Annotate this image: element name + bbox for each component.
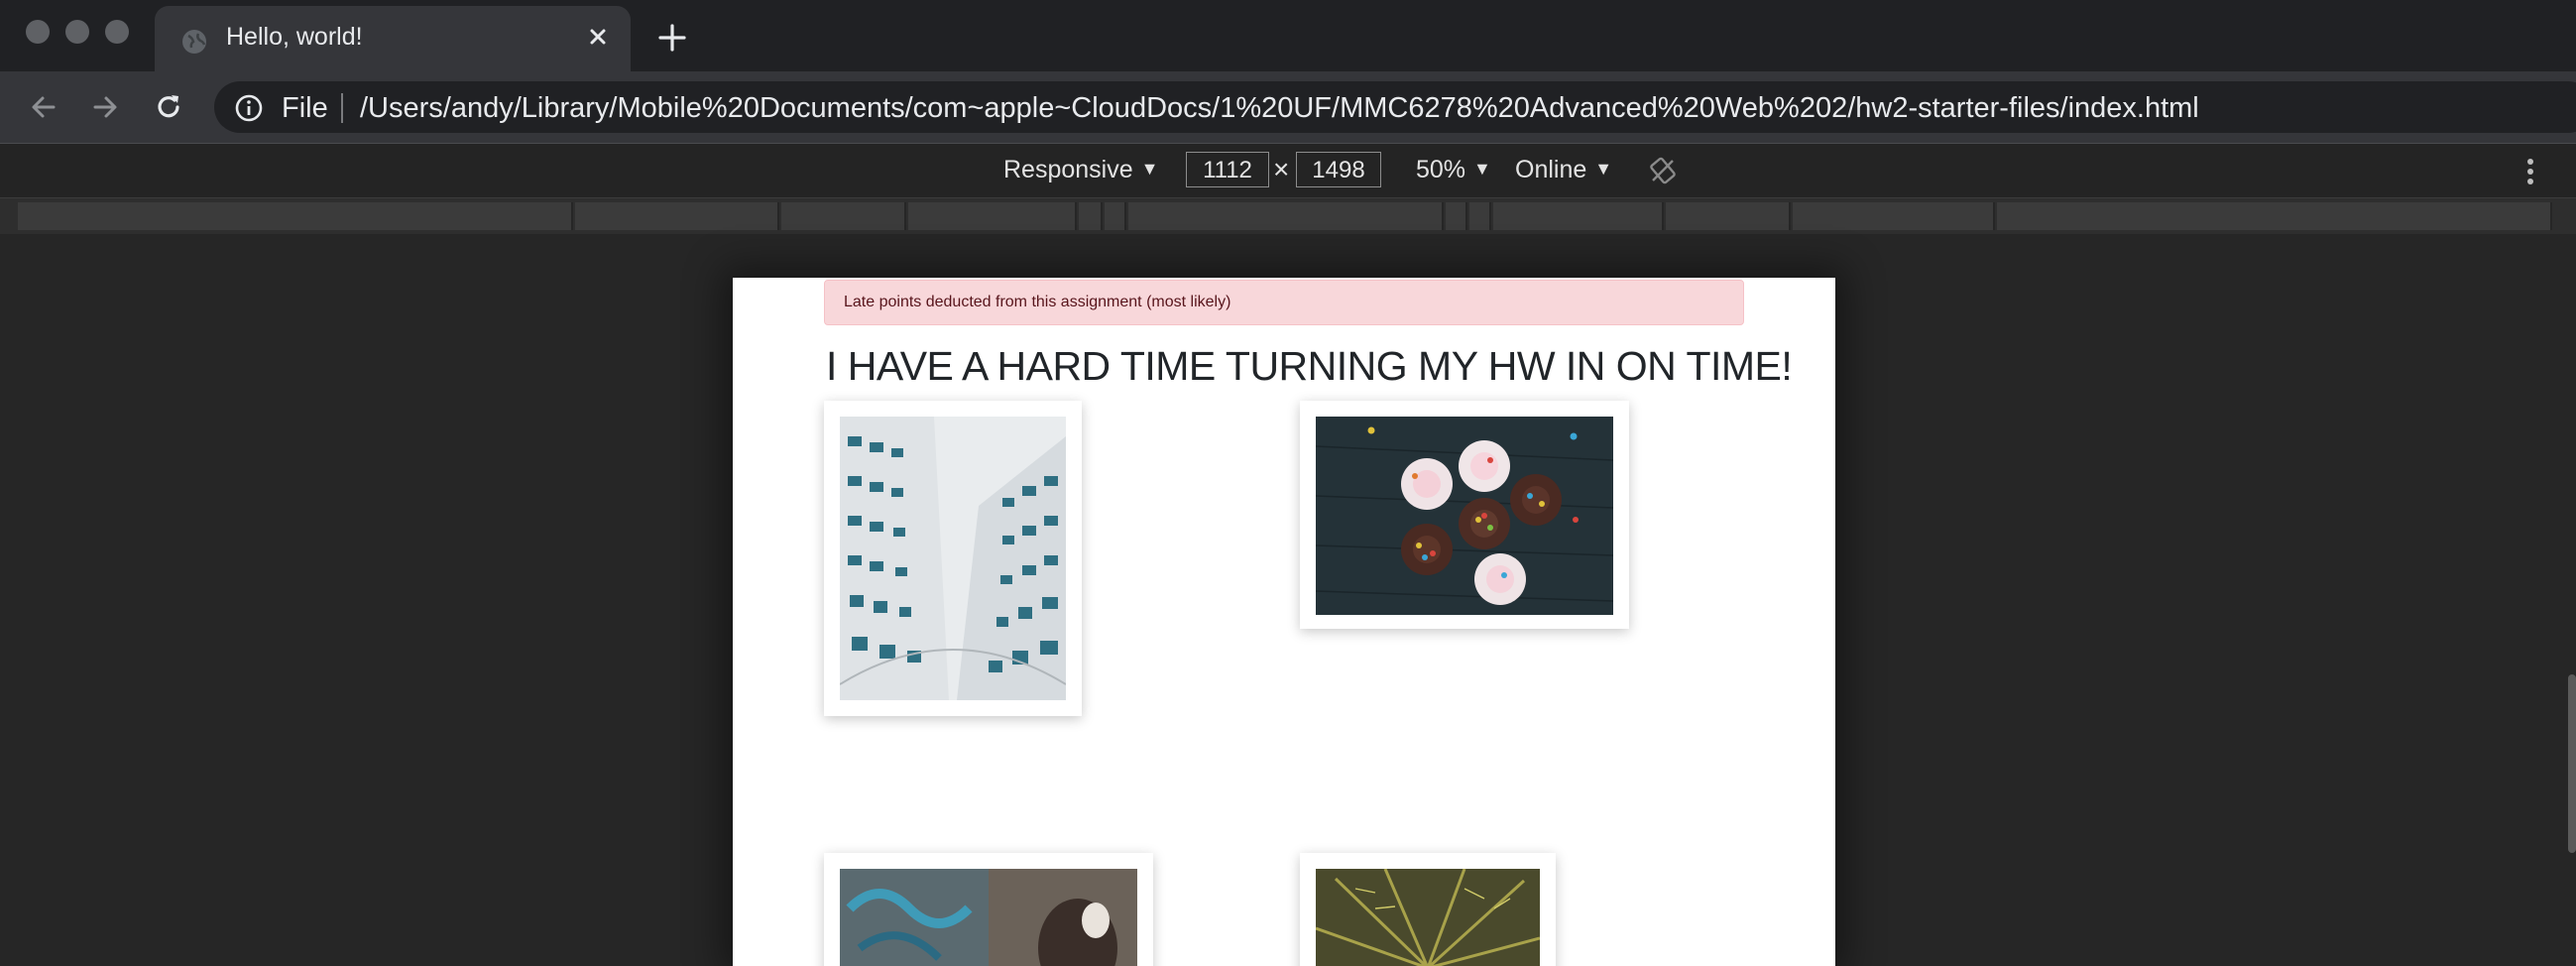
browser-tab[interactable]: Hello, world! [155, 6, 631, 71]
image-card [824, 853, 1153, 966]
caret-down-icon: ▼ [1594, 159, 1613, 179]
caret-down-icon: ▼ [1473, 159, 1491, 179]
media-query-segment[interactable] [18, 202, 573, 230]
media-query-segment[interactable] [908, 202, 1077, 230]
cupcakes-photo [1316, 417, 1613, 615]
forward-arrow-icon[interactable] [87, 89, 123, 125]
page-scrollbar[interactable] [2568, 674, 2576, 853]
more-options-icon[interactable] [2520, 156, 2540, 187]
close-window-button[interactable] [26, 20, 50, 44]
image-card [1300, 853, 1556, 966]
caret-down-icon: ▼ [1140, 159, 1159, 179]
url-text[interactable]: /Users/andy/Library/Mobile%20Documents/c… [360, 92, 2199, 125]
browser-toolbar: File /Users/andy/Library/Mobile%20Docume… [0, 71, 2576, 144]
dimension-separator: × [1273, 154, 1290, 184]
media-query-segment[interactable] [1793, 202, 1995, 230]
media-query-segment[interactable] [1079, 202, 1103, 230]
close-icon[interactable] [581, 20, 615, 54]
tab-strip: Hello, world! [0, 0, 2576, 71]
media-query-segment[interactable] [1493, 202, 1664, 230]
image-card [1300, 401, 1629, 629]
building-photo [840, 417, 1066, 700]
info-icon[interactable] [234, 93, 264, 123]
media-query-segment[interactable] [1997, 202, 2552, 230]
media-query-segment[interactable] [781, 202, 906, 230]
minimize-window-button[interactable] [65, 20, 89, 44]
network-throttle-select[interactable]: Online ▼ [1515, 156, 1612, 184]
palm-tree-photo [1316, 869, 1540, 966]
tab-title: Hello, world! [226, 23, 363, 51]
graffiti-photo [840, 869, 1137, 966]
zoom-window-button[interactable] [105, 20, 129, 44]
alert-banner: Late points deducted from this assignmen… [824, 280, 1744, 325]
image-card [824, 401, 1082, 716]
media-query-segment[interactable] [1469, 202, 1491, 230]
address-bar[interactable]: File /Users/andy/Library/Mobile%20Docume… [214, 81, 2576, 133]
reload-icon[interactable] [151, 89, 186, 125]
media-query-bar [0, 198, 2576, 234]
media-query-segment[interactable] [1128, 202, 1444, 230]
zoom-select[interactable]: 50% ▼ [1416, 156, 1491, 184]
media-query-segment[interactable] [1666, 202, 1791, 230]
new-tab-plus-icon[interactable] [654, 20, 690, 56]
alert-text: Late points deducted from this assignmen… [844, 294, 1231, 310]
height-input[interactable]: 1498 [1296, 152, 1381, 187]
media-query-segment[interactable] [1446, 202, 1467, 230]
rotate-disabled-icon[interactable] [1648, 156, 1678, 185]
url-scheme-label: File [282, 92, 328, 124]
width-input[interactable]: 1112 [1186, 152, 1269, 187]
page-title: I HAVE A HARD TIME TURNING MY HW IN ON T… [826, 343, 1793, 389]
zoom-select-label: 50% [1416, 156, 1466, 183]
media-query-segment[interactable] [1105, 202, 1126, 230]
device-toolbar: Responsive ▼ 1112 × 1498 50% ▼ Online ▼ [0, 144, 2576, 198]
divider [341, 93, 343, 123]
device-select[interactable]: Responsive ▼ [1003, 156, 1158, 184]
emulated-page-viewport: Late points deducted from this assignmen… [733, 278, 1835, 966]
globe-icon [182, 30, 206, 54]
back-arrow-icon[interactable] [26, 89, 61, 125]
media-query-segment[interactable] [575, 202, 779, 230]
device-select-label: Responsive [1003, 156, 1133, 183]
network-select-label: Online [1515, 156, 1587, 183]
